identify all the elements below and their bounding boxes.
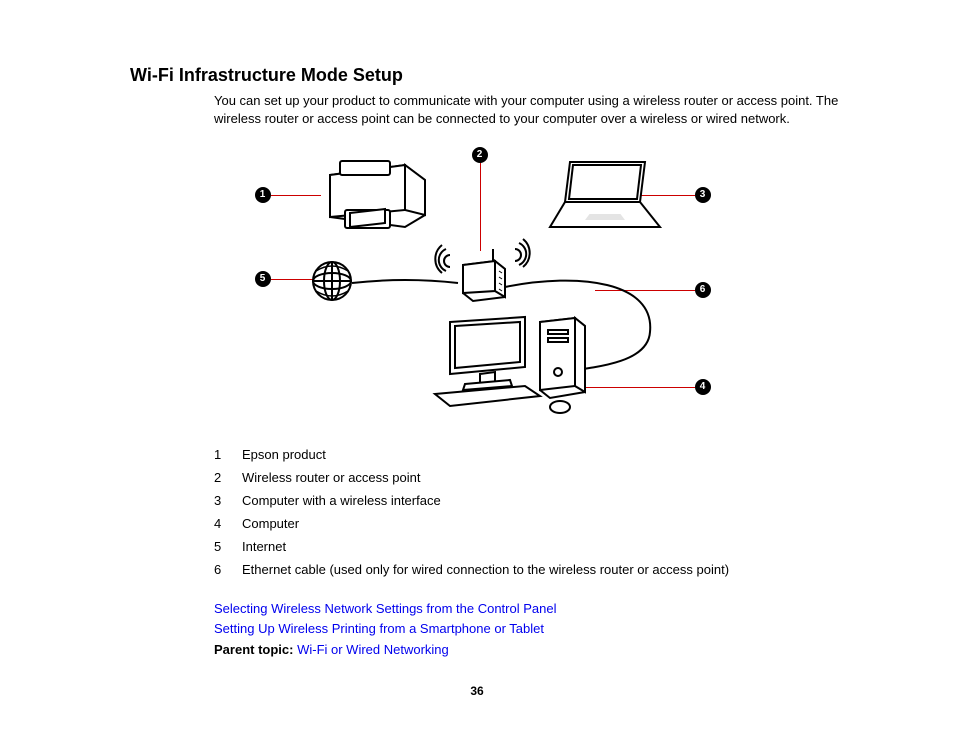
- legend-number: 5: [214, 539, 242, 554]
- legend-text: Computer with a wireless interface: [242, 493, 839, 508]
- link-wireless-settings[interactable]: Selecting Wireless Network Settings from…: [214, 601, 556, 616]
- legend-item: 3 Computer with a wireless interface: [214, 493, 839, 508]
- callout-6: 6: [695, 282, 711, 298]
- globe-icon: [310, 259, 354, 303]
- callout-2: 2: [472, 147, 488, 163]
- legend-item: 1 Epson product: [214, 447, 839, 462]
- legend-item: 2 Wireless router or access point: [214, 470, 839, 485]
- callout-4: 4: [695, 379, 711, 395]
- wifi-waves-icon: [505, 229, 545, 269]
- legend-text: Ethernet cable (used only for wired conn…: [242, 562, 839, 577]
- callout-1: 1: [255, 187, 271, 203]
- link-smartphone-printing[interactable]: Setting Up Wireless Printing from a Smar…: [214, 621, 544, 636]
- legend-text: Internet: [242, 539, 839, 554]
- legend-text: Epson product: [242, 447, 839, 462]
- legend-number: 2: [214, 470, 242, 485]
- callout-5: 5: [255, 271, 271, 287]
- legend-item: 6 Ethernet cable (used only for wired co…: [214, 562, 839, 577]
- legend-list: 1 Epson product 2 Wireless router or acc…: [214, 447, 839, 577]
- leader-line: [480, 161, 481, 251]
- cable-icon: [350, 275, 460, 295]
- legend-number: 3: [214, 493, 242, 508]
- wifi-waves-icon: [420, 235, 460, 275]
- link-parent-topic[interactable]: Wi-Fi or Wired Networking: [297, 642, 449, 657]
- callout-3: 3: [695, 187, 711, 203]
- desktop-icon: [430, 312, 610, 422]
- related-links: Selecting Wireless Network Settings from…: [214, 599, 839, 660]
- printer-icon: [310, 155, 440, 245]
- legend-number: 4: [214, 516, 242, 531]
- manual-page: Wi-Fi Infrastructure Mode Setup You can …: [0, 0, 954, 738]
- legend-text: Wireless router or access point: [242, 470, 839, 485]
- legend-number: 6: [214, 562, 242, 577]
- parent-topic-label: Parent topic:: [214, 642, 297, 657]
- parent-topic: Parent topic: Wi-Fi or Wired Networking: [214, 640, 839, 660]
- page-title: Wi-Fi Infrastructure Mode Setup: [130, 65, 839, 86]
- legend-number: 1: [214, 447, 242, 462]
- page-number: 36: [0, 684, 954, 698]
- legend-text: Computer: [242, 516, 839, 531]
- network-diagram: 1 2 3 5 6 4: [255, 147, 715, 422]
- laptop-icon: [545, 157, 665, 237]
- legend-item: 5 Internet: [214, 539, 839, 554]
- intro-paragraph: You can set up your product to communica…: [214, 92, 839, 127]
- legend-item: 4 Computer: [214, 516, 839, 531]
